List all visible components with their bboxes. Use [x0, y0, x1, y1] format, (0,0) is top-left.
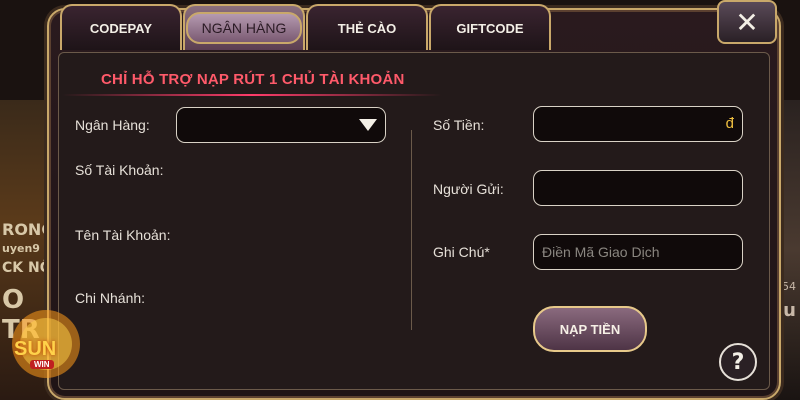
amount-label: Số Tiền:	[433, 117, 485, 133]
account-number-label: Số Tài Khoản:	[75, 162, 164, 178]
close-button[interactable]: ✕	[717, 0, 777, 44]
tab-giftcode[interactable]: GIFTCODE	[429, 4, 551, 50]
chevron-down-icon	[359, 119, 377, 131]
currency-symbol: đ	[725, 115, 734, 132]
note-placeholder: Điền Mã Giao Dịch	[542, 244, 660, 260]
deposit-button[interactable]: NẠP TIỀN	[533, 306, 647, 352]
tab-bank-label: NGÂN HÀNG	[185, 12, 303, 44]
column-divider	[411, 130, 412, 330]
logo-subtext: WIN	[30, 360, 54, 369]
notice-text: CHỈ HỖ TRỢ NẠP RÚT 1 CHỦ TÀI KHOẢN	[101, 71, 405, 88]
bank-label: Ngân Hàng:	[75, 117, 150, 133]
note-label: Ghi Chú*	[433, 244, 490, 260]
logo-text: SUN	[14, 338, 57, 360]
tab-card[interactable]: THẺ CÀO	[306, 4, 428, 50]
close-icon: ✕	[735, 5, 759, 39]
tab-bank[interactable]: NGÂN HÀNG	[183, 4, 305, 50]
bank-select[interactable]	[176, 107, 386, 143]
content-area	[58, 52, 770, 390]
question-icon: ?	[731, 349, 745, 375]
amount-input[interactable]: đ	[533, 106, 743, 142]
sender-input[interactable]	[533, 170, 743, 206]
help-button[interactable]: ?	[719, 343, 757, 381]
notice-underline	[62, 94, 442, 96]
bg-text: uyen9	[2, 242, 40, 255]
bg-text: CK NỔ	[2, 260, 52, 276]
note-input[interactable]: Điền Mã Giao Dịch	[533, 234, 743, 270]
sender-label: Người Gửi:	[433, 181, 504, 197]
tab-codepay[interactable]: CODEPAY	[60, 4, 182, 50]
account-name-label: Tên Tài Khoản:	[75, 227, 171, 243]
